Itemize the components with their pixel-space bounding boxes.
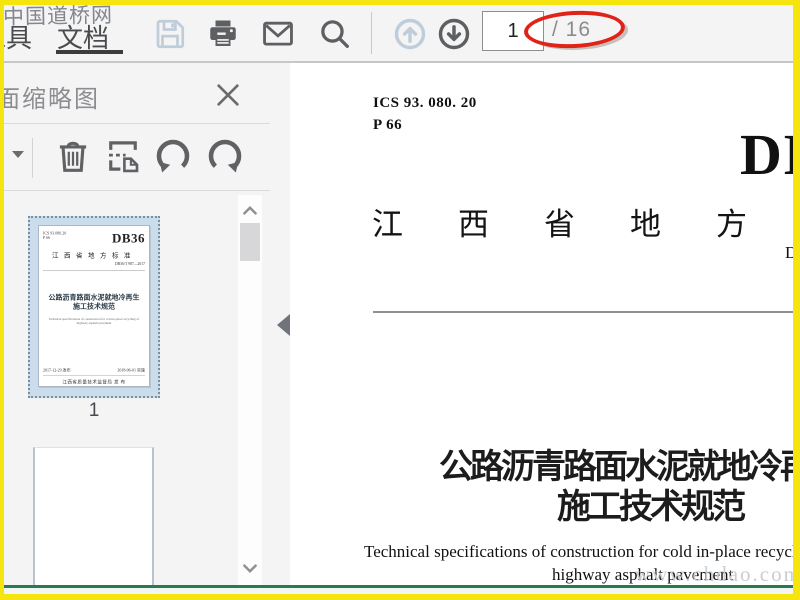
mini-publisher: 江西省质量技术监督局 发 布 bbox=[62, 379, 126, 385]
bottom-green-line bbox=[4, 585, 793, 588]
doc-standard-name-row: 江西省地方标准 bbox=[372, 207, 793, 242]
doc-ics-code: ICS 93. 080. 20 bbox=[373, 95, 477, 111]
previous-page-button[interactable] bbox=[390, 13, 430, 55]
panel-close-button[interactable] bbox=[208, 75, 248, 115]
doc-standard-number: DB36/T 987—2017 bbox=[785, 243, 793, 262]
rotate-ccw-icon bbox=[152, 135, 194, 177]
toolbar-divider bbox=[371, 12, 372, 54]
doc-p-code: P 66 bbox=[373, 117, 403, 133]
doc-title-line-2: 施工技术规范 bbox=[557, 489, 746, 526]
bottom-strip bbox=[4, 588, 793, 595]
rotate-left-button[interactable] bbox=[150, 133, 196, 179]
site-watermark-top-left: 中国道桥网 bbox=[2, 3, 114, 29]
extract-page-button[interactable] bbox=[100, 133, 146, 179]
chevron-up-icon bbox=[241, 204, 259, 216]
doc-rule bbox=[373, 311, 793, 313]
print-icon bbox=[205, 16, 241, 52]
search-button[interactable] bbox=[315, 13, 355, 55]
chevron-down-icon bbox=[241, 563, 259, 575]
panel-title: 页面缩略图 bbox=[4, 86, 100, 113]
mini-title-2: 施工技术规范 bbox=[73, 303, 115, 311]
mini-title-1: 公路沥青路面水泥就地冷再生 bbox=[48, 294, 140, 302]
print-button[interactable] bbox=[203, 13, 243, 55]
rotate-right-button[interactable] bbox=[202, 133, 248, 179]
panel-divider bbox=[4, 123, 270, 124]
arrow-down-circle-icon bbox=[436, 16, 472, 52]
email-button[interactable] bbox=[258, 13, 298, 55]
mini-db36: DB36 bbox=[111, 231, 145, 246]
save-button[interactable] bbox=[150, 13, 190, 55]
toolbar: 工具 文档 bbox=[4, 5, 793, 63]
search-icon bbox=[317, 16, 353, 52]
delete-page-button[interactable] bbox=[50, 133, 96, 179]
close-icon bbox=[212, 79, 244, 111]
site-watermark-bottom-right: www.chdao.com bbox=[635, 562, 793, 586]
save-icon bbox=[152, 16, 188, 52]
thumbnail-scrollbar[interactable] bbox=[238, 195, 262, 586]
active-tab-underline bbox=[56, 50, 123, 54]
thumbnail-options-caret[interactable] bbox=[12, 151, 24, 158]
panel-divider bbox=[4, 190, 270, 191]
mini-en-2: highway asphalt pavement bbox=[76, 321, 112, 326]
next-page-button[interactable] bbox=[434, 13, 474, 55]
mini-rule bbox=[43, 270, 145, 271]
mini-standard-row: 江西省地方标准 bbox=[51, 251, 136, 260]
scroll-down-button[interactable] bbox=[238, 558, 262, 580]
thumbnail-page-1[interactable]: ICS 93.080.20 P 66 DB36 江西省地方标准 DB36/T 98… bbox=[28, 216, 160, 398]
thumbnail-page-1-label: 1 bbox=[88, 400, 100, 421]
mini-implement-date: 2018-06-01 实施 bbox=[117, 368, 145, 373]
doc-english-title-line-1: Technical specifications of construction… bbox=[364, 542, 793, 561]
email-icon bbox=[259, 15, 297, 53]
doc-db36-logo: DB36 bbox=[740, 122, 793, 187]
arrow-up-circle-icon bbox=[392, 16, 428, 52]
pdf-viewer-window: 工具 文档 bbox=[0, 0, 800, 600]
trash-icon bbox=[52, 135, 94, 177]
thumbnail-panel: 页面缩略图 bbox=[4, 63, 290, 586]
panel-toolbar-divider bbox=[32, 138, 33, 178]
rotate-cw-icon bbox=[204, 135, 246, 177]
scrollbar-thumb[interactable] bbox=[240, 223, 260, 261]
collapse-panel-handle[interactable] bbox=[277, 314, 290, 336]
mini-p: P 66 bbox=[43, 235, 51, 241]
mini-standard-number: DB36/T 987—2017 bbox=[114, 261, 145, 267]
thumbnail-page-2[interactable] bbox=[33, 447, 154, 586]
mini-rule bbox=[43, 375, 145, 376]
extract-page-icon bbox=[102, 135, 144, 177]
thumbnail-page-1-preview: ICS 93.080.20 P 66 DB36 江西省地方标准 DB36/T 98… bbox=[38, 225, 150, 387]
document-page-view: ICS 93. 080. 20 P 66 DB36 江西省地方标准 DB36/T… bbox=[290, 63, 793, 586]
mini-issue-date: 2017-12-29 发布 bbox=[43, 368, 71, 373]
scroll-up-button[interactable] bbox=[238, 199, 262, 221]
